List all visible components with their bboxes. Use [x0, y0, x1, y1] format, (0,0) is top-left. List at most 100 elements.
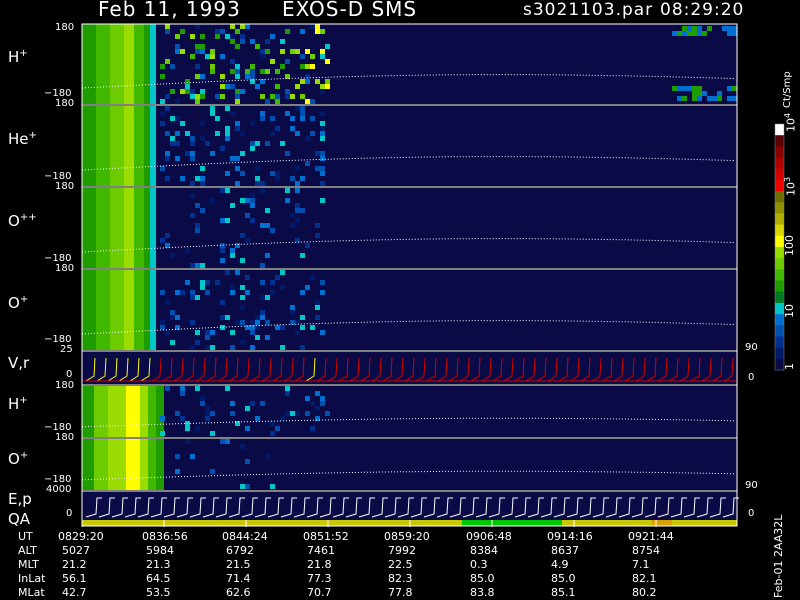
spectrogram-pixel	[220, 315, 225, 320]
spectrogram-pixel	[255, 335, 260, 340]
spectrogram-pixel	[687, 26, 692, 31]
spectrogram-pixel	[300, 54, 305, 59]
spectrogram-pixel	[175, 411, 180, 416]
spectrogram-pixel	[190, 181, 195, 186]
spectrogram-pixel	[687, 86, 692, 91]
spectrogram-band	[82, 188, 96, 268]
spectrogram-pixel	[195, 203, 200, 208]
spectrogram-pixel	[235, 89, 240, 94]
colorbar-segment	[775, 146, 784, 159]
spectrogram-band	[144, 270, 150, 350]
spectrogram-pixel	[300, 253, 305, 258]
spectrogram-pixel	[250, 203, 255, 208]
spectrogram-pixel	[195, 330, 200, 335]
spectrogram-pixel	[195, 228, 200, 233]
colorbar-unit: Ct/Smp	[782, 71, 793, 108]
spectrogram-pixel	[285, 391, 290, 396]
spectrogram-pixel	[305, 396, 310, 401]
spectrogram-pixel	[692, 31, 697, 36]
spectrogram-pixel	[280, 39, 285, 44]
spectrogram-pixel	[320, 136, 325, 141]
spectrogram-pixel	[255, 315, 260, 320]
spectrogram-pixel	[325, 44, 330, 49]
spectrogram-pixel	[195, 99, 200, 104]
orbit-cell: 8754	[632, 544, 660, 557]
spectrogram-pixel	[280, 325, 285, 330]
spectrogram-pixel	[210, 345, 215, 350]
spectrogram-pixel	[165, 176, 170, 181]
qa-segment	[652, 520, 672, 526]
spectrogram-pixel	[220, 218, 225, 223]
spectrogram-pixel	[160, 111, 165, 116]
spectrogram-pixel	[175, 99, 180, 104]
spectrogram-pixel	[195, 24, 200, 29]
panel-label-o-plusplus: O++	[8, 212, 37, 230]
spectrogram-pixel	[220, 94, 225, 99]
spectrogram-pixel	[225, 386, 230, 391]
colorbar-segment	[775, 325, 784, 337]
spectrogram-pixel	[235, 156, 240, 161]
spectrogram-pixel	[185, 151, 190, 156]
spectrogram-pixel	[210, 111, 215, 116]
spectrogram-pixel	[210, 411, 215, 416]
spectrogram-pixel	[240, 444, 245, 449]
spectrogram-pixel	[285, 111, 290, 116]
panel-label-o-plus: O+	[8, 294, 29, 312]
spectrogram-pixel	[320, 29, 325, 34]
spectrogram-pixel	[160, 320, 165, 325]
spectrogram-pixel	[687, 31, 692, 36]
spectrogram-pixel	[270, 116, 275, 121]
spectrogram-pixel	[315, 29, 320, 34]
ytick-top: 180	[55, 98, 75, 109]
spectrogram-pixel	[245, 198, 250, 203]
spectrogram-band	[134, 270, 144, 350]
spectrogram-pixel	[240, 340, 245, 345]
spectrogram-pixel	[265, 39, 270, 44]
spectrogram-pixel	[727, 31, 732, 36]
spectrogram-pixel	[682, 31, 687, 36]
spectrogram-pixel	[225, 131, 230, 136]
colorbar-segment	[775, 269, 784, 282]
spectrogram-pixel	[240, 34, 245, 39]
orbit-cell: 21.5	[226, 558, 251, 571]
spectrogram-band	[150, 106, 156, 186]
spectrogram-pixel	[230, 24, 235, 29]
spectrogram-pixel	[245, 406, 250, 411]
spectrogram-pixel	[712, 96, 717, 101]
spectrogram-pixel	[280, 345, 285, 350]
spectrogram-pixel	[235, 94, 240, 99]
spectrogram-pixel	[195, 295, 200, 300]
spectrogram-pixel	[225, 126, 230, 131]
spectrogram-pixel	[185, 131, 190, 136]
spectrogram-pixel	[230, 401, 235, 406]
spectrogram-pixel	[260, 94, 265, 99]
spectrogram-pixel	[185, 248, 190, 253]
spectrogram-pixel	[220, 248, 225, 253]
spectrogram-pixel	[210, 64, 215, 69]
orbit-cell: 21.3	[146, 558, 171, 571]
spectrogram-pixel	[295, 203, 300, 208]
orbit-cell: 0.3	[470, 558, 488, 571]
spectrogram-pixel	[315, 391, 320, 396]
spectrogram-band	[96, 270, 110, 350]
spectrogram-pixel	[175, 290, 180, 295]
spectrogram-pixel	[230, 290, 235, 295]
spectrogram-pixel	[235, 74, 240, 79]
spectrogram-band	[82, 386, 94, 437]
spectrogram-pixel	[180, 391, 185, 396]
colorbar-segment	[775, 135, 784, 147]
colorbar-tick: 10	[783, 304, 796, 318]
orbit-cell: 7461	[307, 544, 335, 557]
spectrogram-pixel	[320, 290, 325, 295]
spectrogram-pixel	[175, 49, 180, 54]
spectrogram-band	[124, 24, 134, 104]
right-tick: 90	[745, 480, 758, 491]
spectrogram-band	[94, 439, 108, 490]
spectrogram-pixel	[165, 156, 170, 161]
orbit-cell: 4.9	[551, 558, 569, 571]
spectrogram-pixel	[310, 325, 315, 330]
spectrogram-pixel	[230, 69, 235, 74]
spectrogram-pixel	[185, 280, 190, 285]
spectrogram-pixel	[205, 330, 210, 335]
ytick-top: 4000	[46, 484, 72, 495]
